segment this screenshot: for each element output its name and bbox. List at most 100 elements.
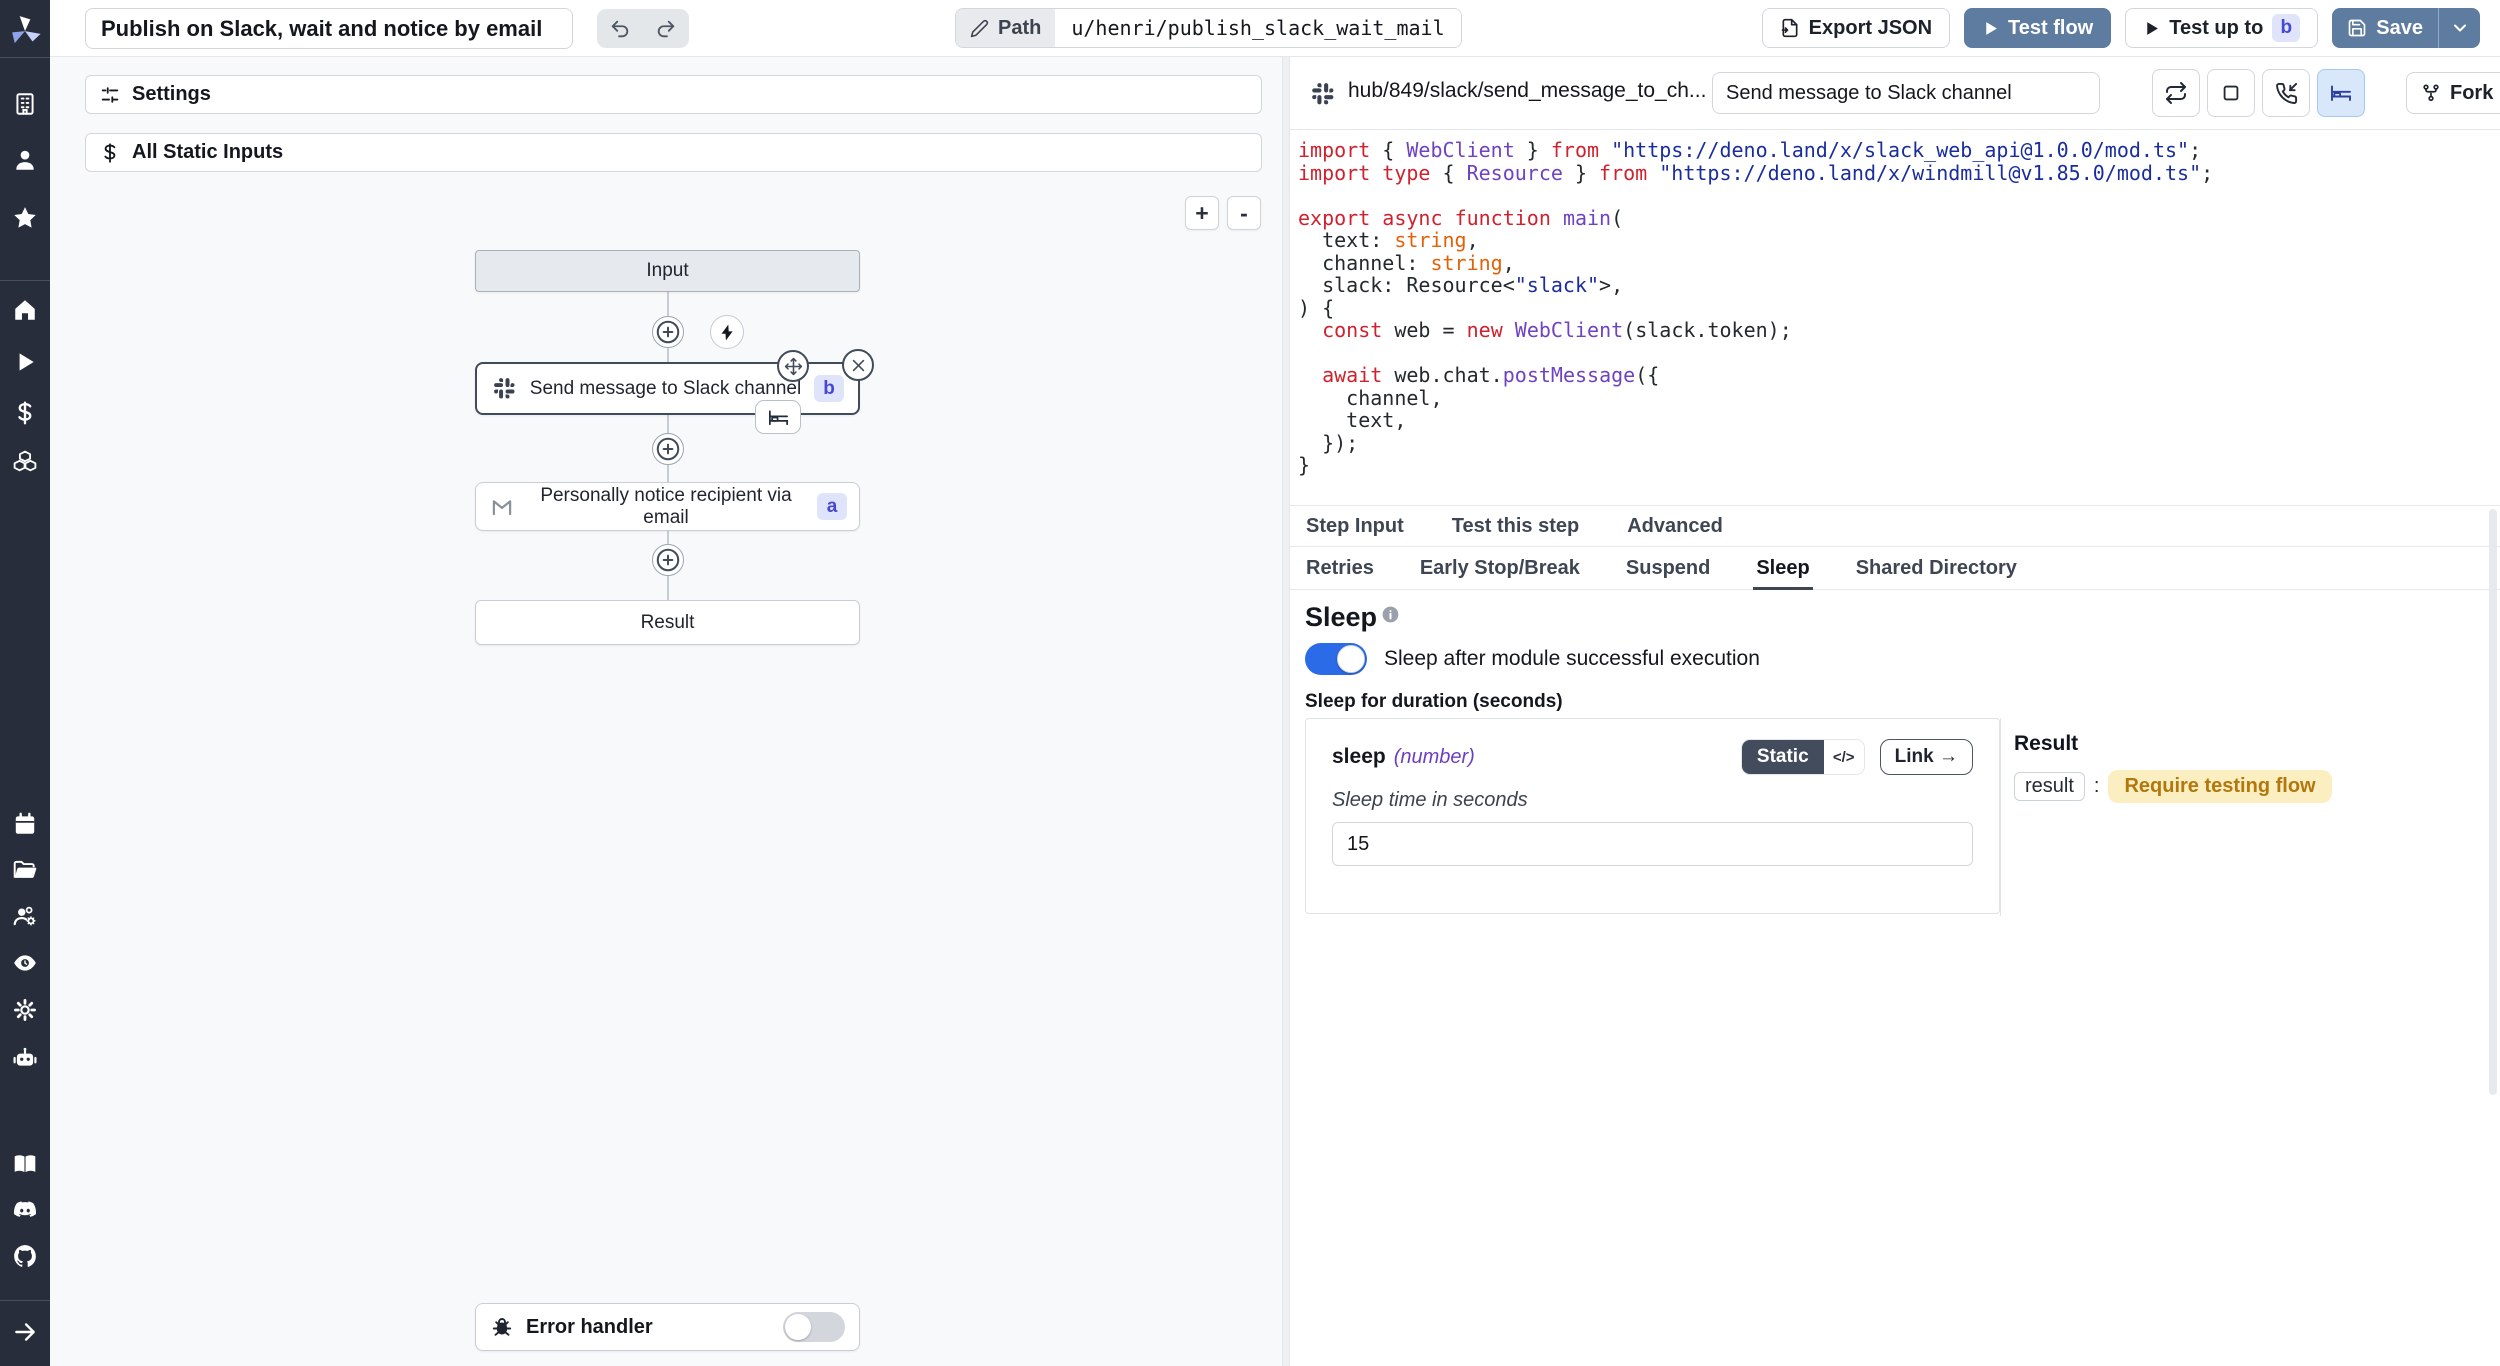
code-line: } bbox=[1298, 454, 2500, 477]
resources-boxes-icon[interactable] bbox=[11, 448, 39, 476]
save-button[interactable]: Save bbox=[2332, 8, 2438, 48]
docs-book-icon[interactable] bbox=[11, 1150, 39, 1178]
move-node-button[interactable] bbox=[777, 350, 809, 382]
variables-dollar-icon[interactable] bbox=[11, 399, 39, 427]
flow-settings-label: Settings bbox=[132, 83, 211, 106]
fork-button[interactable]: Fork bbox=[2406, 72, 2500, 114]
tab-shared-directory[interactable]: Shared Directory bbox=[1856, 547, 2017, 589]
error-handler-row[interactable]: Error handler bbox=[475, 1303, 860, 1351]
zoom-in-button[interactable]: + bbox=[1185, 196, 1219, 230]
folders-icon[interactable] bbox=[11, 856, 39, 884]
runs-play-icon[interactable] bbox=[11, 348, 39, 376]
code-mode-button[interactable]: </> bbox=[1824, 740, 1864, 774]
colon: : bbox=[2094, 775, 2100, 798]
step-summary-input[interactable] bbox=[1712, 72, 2100, 114]
sleep-icon-button[interactable] bbox=[2317, 69, 2365, 117]
suspend-icon-button[interactable] bbox=[2262, 69, 2310, 117]
flow-node-email[interactable]: Personally notice recipient via email a bbox=[475, 482, 860, 531]
all-static-inputs-row[interactable]: All Static Inputs bbox=[85, 133, 1262, 172]
result-title: Result bbox=[2014, 732, 2482, 756]
input-mode-segmented-control: Static </> bbox=[1741, 739, 1865, 775]
home-icon[interactable] bbox=[11, 296, 39, 324]
flow-node-result[interactable]: Result bbox=[475, 600, 860, 645]
sidebar-divider bbox=[0, 57, 50, 58]
play-icon bbox=[2143, 20, 2160, 37]
sleep-toggle[interactable] bbox=[1305, 643, 1367, 675]
schedules-calendar-icon[interactable] bbox=[11, 810, 39, 838]
sleep-toggle-row: Sleep after module successful execution bbox=[1305, 642, 1760, 676]
discord-icon[interactable] bbox=[11, 1196, 39, 1224]
sidebar-divider bbox=[0, 1300, 50, 1301]
undo-redo-group bbox=[597, 9, 689, 48]
path-group: Path u/henri/publish_slack_wait_mail bbox=[955, 8, 1462, 48]
insert-step-button[interactable] bbox=[652, 316, 684, 348]
tab-step-input[interactable]: Step Input bbox=[1306, 506, 1404, 546]
flow-node-email-label: Personally notice recipient via email bbox=[515, 485, 817, 529]
sleep-indicator-bed-icon[interactable] bbox=[755, 400, 801, 434]
sliders-icon bbox=[99, 84, 121, 106]
redo-button[interactable] bbox=[643, 9, 689, 48]
hub-script-path[interactable]: hub/849/slack/send_message_to_ch... bbox=[1348, 79, 1706, 103]
insert-step-button[interactable] bbox=[652, 433, 684, 465]
export-json-label: Export JSON bbox=[1809, 17, 1932, 40]
phone-incoming-icon bbox=[2275, 82, 2298, 105]
fork-label: Fork bbox=[2450, 82, 2493, 105]
test-flow-label: Test flow bbox=[2008, 17, 2093, 40]
code-line: await web.chat.postMessage({ bbox=[1298, 364, 2500, 387]
delete-node-button[interactable] bbox=[842, 349, 874, 381]
flow-node-input[interactable]: Input bbox=[475, 250, 860, 292]
trigger-bolt-button[interactable] bbox=[710, 315, 744, 349]
tab-suspend[interactable]: Suspend bbox=[1626, 547, 1710, 589]
settings-gear-icon[interactable] bbox=[11, 996, 39, 1024]
flow-settings-row[interactable]: Settings bbox=[85, 75, 1262, 114]
insert-step-button[interactable] bbox=[652, 544, 684, 576]
test-flow-button[interactable]: Test flow bbox=[1964, 8, 2111, 48]
flow-node-email-id-badge: a bbox=[817, 493, 847, 520]
groups-icon[interactable] bbox=[11, 902, 39, 930]
dollar-icon bbox=[99, 142, 121, 164]
sleep-duration-label: Sleep for duration (seconds) bbox=[1305, 691, 1563, 713]
early-stop-icon-button[interactable] bbox=[2207, 69, 2255, 117]
tab-early-stop-break[interactable]: Early Stop/Break bbox=[1420, 547, 1580, 589]
sleep-form: sleep(number) Static </> Link → Sleep ti… bbox=[1305, 718, 2482, 916]
code-editor[interactable]: import { WebClient } from "https://deno.… bbox=[1290, 131, 2500, 505]
save-icon bbox=[2347, 18, 2367, 38]
undo-button[interactable] bbox=[597, 9, 643, 48]
link-button[interactable]: Link → bbox=[1880, 739, 1973, 775]
user-icon[interactable] bbox=[11, 146, 39, 174]
code-line: import type { Resource } from "https://d… bbox=[1298, 162, 2500, 185]
code-line: ) { bbox=[1298, 297, 2500, 320]
code-line: channel: string, bbox=[1298, 252, 2500, 275]
tab-advanced[interactable]: Advanced bbox=[1627, 506, 1723, 546]
panel-splitter[interactable] bbox=[1282, 57, 1290, 1366]
flow-node-input-label: Input bbox=[476, 260, 859, 282]
static-mode-button[interactable]: Static bbox=[1742, 740, 1824, 774]
workers-robot-icon[interactable] bbox=[11, 1044, 39, 1072]
error-handler-toggle[interactable] bbox=[783, 1312, 845, 1342]
collapse-arrow-icon[interactable] bbox=[11, 1318, 39, 1346]
star-icon[interactable] bbox=[11, 204, 39, 232]
windmill-logo-icon[interactable] bbox=[0, 10, 50, 50]
result-key-pill: result bbox=[2014, 772, 2085, 801]
zoom-out-button[interactable]: - bbox=[1227, 196, 1261, 230]
panel-scrollbar[interactable] bbox=[2489, 509, 2497, 1095]
all-static-inputs-label: All Static Inputs bbox=[132, 141, 283, 164]
sleep-seconds-input[interactable] bbox=[1332, 822, 1973, 866]
github-icon[interactable] bbox=[11, 1242, 39, 1270]
save-dropdown-button[interactable] bbox=[2438, 8, 2480, 48]
tab-retries[interactable]: Retries bbox=[1306, 547, 1374, 589]
info-icon[interactable] bbox=[1381, 605, 1400, 624]
code-line bbox=[1298, 184, 2500, 207]
top-bar: Path u/henri/publish_slack_wait_mail Exp… bbox=[50, 0, 2500, 57]
flow-title-input[interactable] bbox=[85, 8, 573, 49]
workspace-icon[interactable] bbox=[11, 90, 39, 118]
tab-sleep[interactable]: Sleep bbox=[1756, 547, 1809, 589]
retries-icon-button[interactable] bbox=[2152, 69, 2200, 117]
path-edit-button[interactable]: Path bbox=[956, 9, 1055, 47]
tab-test-this-step[interactable]: Test this step bbox=[1452, 506, 1579, 546]
audit-eye-icon[interactable] bbox=[11, 949, 39, 977]
test-up-to-button[interactable]: Test up to b bbox=[2125, 8, 2318, 48]
flow-node-slack-id-badge: b bbox=[814, 375, 844, 402]
code-line: channel, bbox=[1298, 387, 2500, 410]
export-json-button[interactable]: Export JSON bbox=[1762, 8, 1950, 48]
